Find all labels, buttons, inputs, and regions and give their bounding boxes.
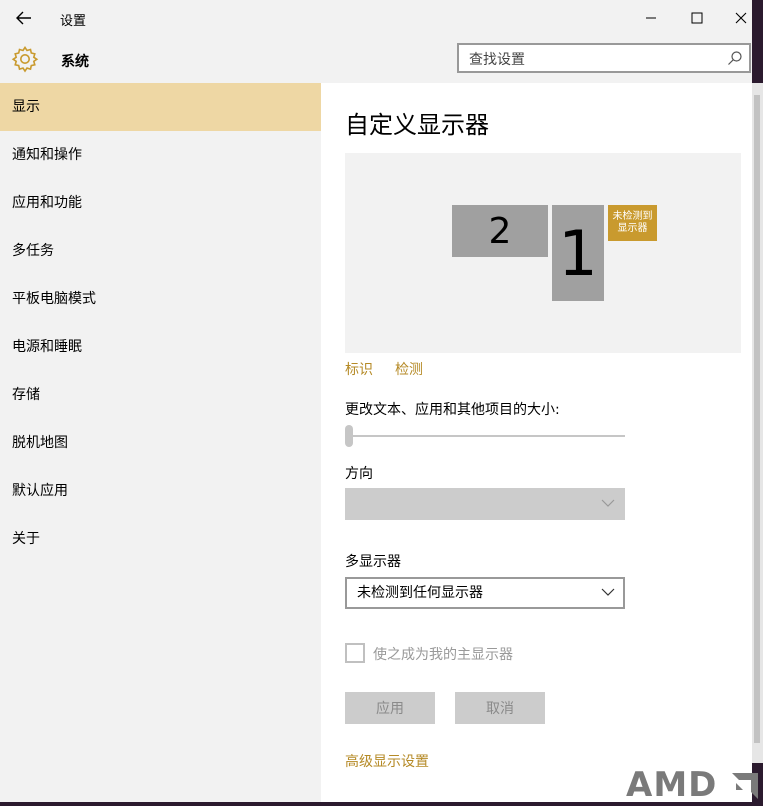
chevron-down-icon: [601, 588, 615, 596]
search-icon[interactable]: [727, 50, 743, 66]
settings-window: 设置 系统 显示 通知和操作 应用和功能 多任务: [0, 0, 752, 802]
section-title: 系统: [61, 54, 89, 70]
sidebar-item-apps-features[interactable]: 应用和功能: [0, 179, 321, 227]
cancel-button[interactable]: 取消: [455, 692, 545, 724]
badge-line-1: 未检测到: [612, 211, 653, 222]
orientation-label: 方向: [345, 466, 373, 482]
amd-arrow-icon: [732, 773, 758, 799]
main-content: 自定义显示器 2 1 未检测到 显示器 标识 检测 更改文本、应用和其他项目的大…: [321, 83, 752, 802]
sidebar-item-multitasking[interactable]: 多任务: [0, 227, 321, 275]
title-bar: 设置: [0, 0, 752, 36]
search-box[interactable]: [457, 43, 751, 73]
window-title: 设置: [60, 14, 87, 29]
sidebar-item-display[interactable]: 显示: [0, 83, 321, 131]
amd-logo: AMD: [626, 765, 763, 806]
minimize-icon: [646, 17, 656, 19]
sidebar-item-offline-maps[interactable]: 脱机地图: [0, 419, 321, 467]
page-title: 自定义显示器: [345, 111, 489, 139]
search-input[interactable]: [467, 49, 721, 71]
scale-slider-track[interactable]: [345, 435, 625, 437]
undetected-badge: 未检测到 显示器: [608, 205, 657, 241]
sidebar-item-default-apps[interactable]: 默认应用: [0, 467, 321, 515]
orientation-dropdown[interactable]: [345, 488, 625, 520]
multi-display-label: 多显示器: [345, 554, 401, 570]
scrollbar[interactable]: [752, 83, 763, 763]
chevron-down-icon: [601, 499, 615, 507]
scale-slider-thumb[interactable]: [345, 425, 353, 447]
sidebar-item-notifications[interactable]: 通知和操作: [0, 131, 321, 179]
maximize-button[interactable]: [674, 4, 720, 32]
multi-display-value: 未检测到任何显示器: [357, 585, 483, 601]
back-button[interactable]: [8, 6, 40, 30]
main-display-checkbox[interactable]: [345, 643, 365, 663]
back-arrow-icon: [16, 11, 31, 25]
sidebar: 显示 通知和操作 应用和功能 多任务 平板电脑模式 电源和睡眠 存储 脱机地图 …: [0, 83, 321, 802]
settings-header: 系统: [0, 36, 752, 83]
multi-display-dropdown[interactable]: 未检测到任何显示器: [345, 577, 625, 609]
sidebar-item-tablet-mode[interactable]: 平板电脑模式: [0, 275, 321, 323]
main-display-checkbox-label: 使之成为我的主显示器: [373, 647, 513, 663]
close-button[interactable]: [718, 4, 752, 32]
gear-icon: [11, 46, 39, 73]
sidebar-item-storage[interactable]: 存储: [0, 371, 321, 419]
apply-button[interactable]: 应用: [345, 692, 435, 724]
monitor-arrangement: 2 1 未检测到 显示器: [345, 153, 741, 353]
sidebar-item-power-sleep[interactable]: 电源和睡眠: [0, 323, 321, 371]
minimize-button[interactable]: [628, 4, 674, 32]
sidebar-item-about[interactable]: 关于: [0, 515, 321, 563]
scale-label: 更改文本、应用和其他项目的大小:: [345, 402, 560, 418]
detect-link[interactable]: 检测: [395, 359, 423, 379]
advanced-display-settings-link[interactable]: 高级显示设置: [345, 751, 429, 771]
monitor-1[interactable]: 1: [552, 205, 604, 301]
badge-line-2: 显示器: [617, 223, 648, 234]
close-icon: [735, 12, 747, 24]
scrollbar-thumb[interactable]: [754, 95, 760, 743]
monitor-2[interactable]: 2: [452, 205, 548, 257]
identify-link[interactable]: 标识: [345, 359, 373, 379]
amd-logo-text: AMD: [626, 765, 718, 805]
maximize-icon: [691, 12, 703, 24]
